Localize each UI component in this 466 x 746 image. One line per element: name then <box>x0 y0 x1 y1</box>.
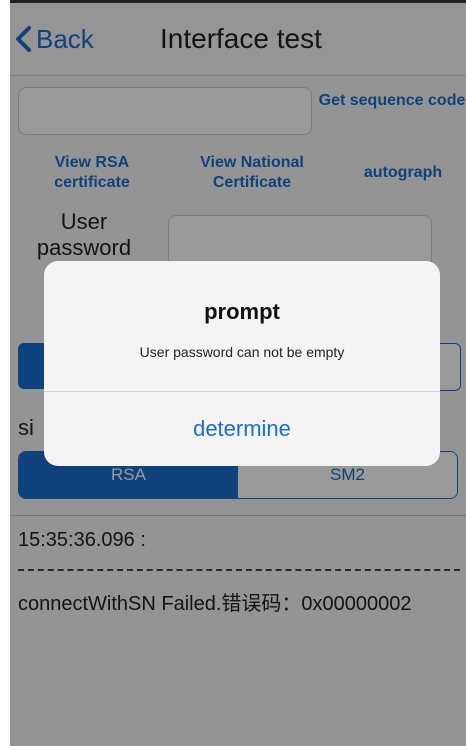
prompt-dialog: prompt User password can not be empty de… <box>44 261 440 466</box>
left-margin <box>0 0 10 746</box>
app-screen: Back Interface test Get sequence code Vi… <box>10 3 466 746</box>
dialog-message: User password can not be empty <box>139 344 345 360</box>
dialog-title: prompt <box>204 299 280 324</box>
determine-button[interactable]: determine <box>44 392 440 466</box>
